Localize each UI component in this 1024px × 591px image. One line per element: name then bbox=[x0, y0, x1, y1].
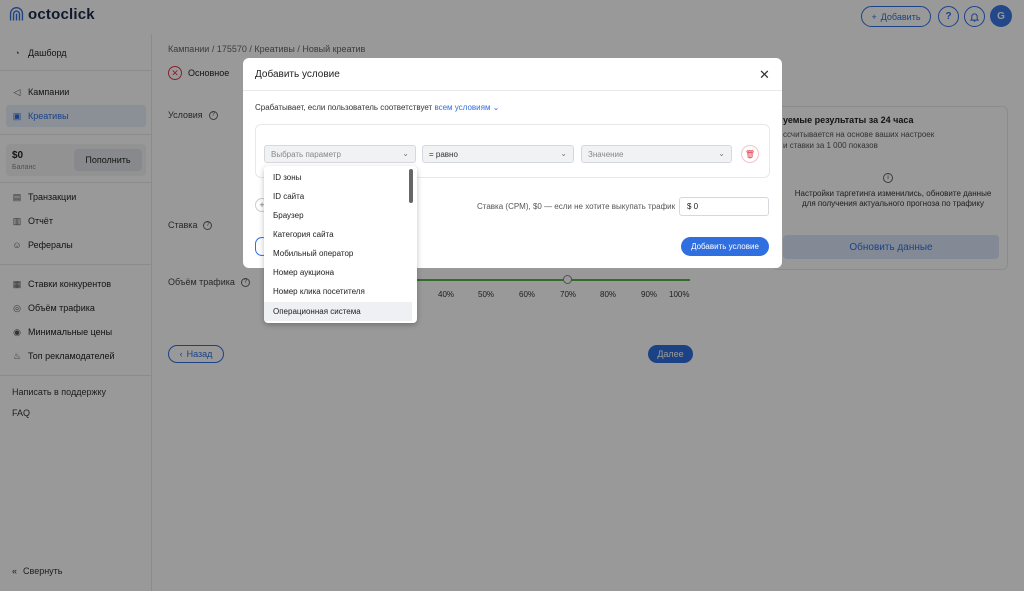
match-mode-dropdown[interactable]: всем условиям ⌄ bbox=[434, 103, 499, 112]
dropdown-option[interactable]: ID сайта bbox=[264, 187, 412, 206]
modal-title: Добавить условие bbox=[255, 69, 340, 80]
chevron-down-icon: ⌄ bbox=[492, 103, 500, 112]
operator-select-value: = равно bbox=[429, 149, 458, 159]
parameter-dropdown-list[interactable]: ID зоны ID сайта Браузер Категория сайта… bbox=[264, 166, 417, 323]
chevron-down-icon: ⌄ bbox=[718, 149, 725, 158]
value-select[interactable]: Значение ⌄ bbox=[581, 145, 732, 163]
dropdown-option[interactable]: Номер клика посетителя bbox=[264, 282, 412, 301]
dropdown-option[interactable]: Браузер bbox=[264, 206, 412, 225]
rate-label: Ставка (CPM), $0 — если не хотите выкупа… bbox=[477, 202, 676, 211]
dropdown-option[interactable]: ID зоны bbox=[264, 168, 412, 187]
dropdown-option-highlighted[interactable]: Операционная система bbox=[264, 302, 412, 321]
divider bbox=[243, 90, 782, 91]
add-condition-button[interactable]: Добавить условие bbox=[681, 237, 769, 256]
value-select-value: Значение bbox=[588, 149, 624, 159]
dropdown-option[interactable]: Мобильный оператор bbox=[264, 244, 412, 263]
trigger-text: Срабатывает, если пользователь соответст… bbox=[255, 103, 499, 112]
parameter-select-value: Выбрать параметр bbox=[271, 149, 341, 159]
chevron-down-icon: ⌄ bbox=[402, 149, 409, 158]
parameter-select[interactable]: Выбрать параметр ⌄ bbox=[264, 145, 416, 163]
rate-input[interactable]: $ 0 bbox=[679, 197, 769, 216]
dropdown-option[interactable]: Категория сайта bbox=[264, 225, 412, 244]
dropdown-scrollbar[interactable] bbox=[409, 169, 413, 203]
match-mode-label: всем условиям bbox=[434, 103, 491, 112]
operator-select[interactable]: = равно ⌄ bbox=[422, 145, 574, 163]
close-icon[interactable]: ✕ bbox=[759, 67, 770, 83]
chevron-down-icon: ⌄ bbox=[560, 149, 567, 158]
trigger-text-label: Срабатывает, если пользователь соответст… bbox=[255, 103, 433, 112]
dropdown-option[interactable]: Номер аукциона bbox=[264, 263, 412, 282]
trash-icon[interactable]: 🗑 bbox=[741, 145, 759, 163]
